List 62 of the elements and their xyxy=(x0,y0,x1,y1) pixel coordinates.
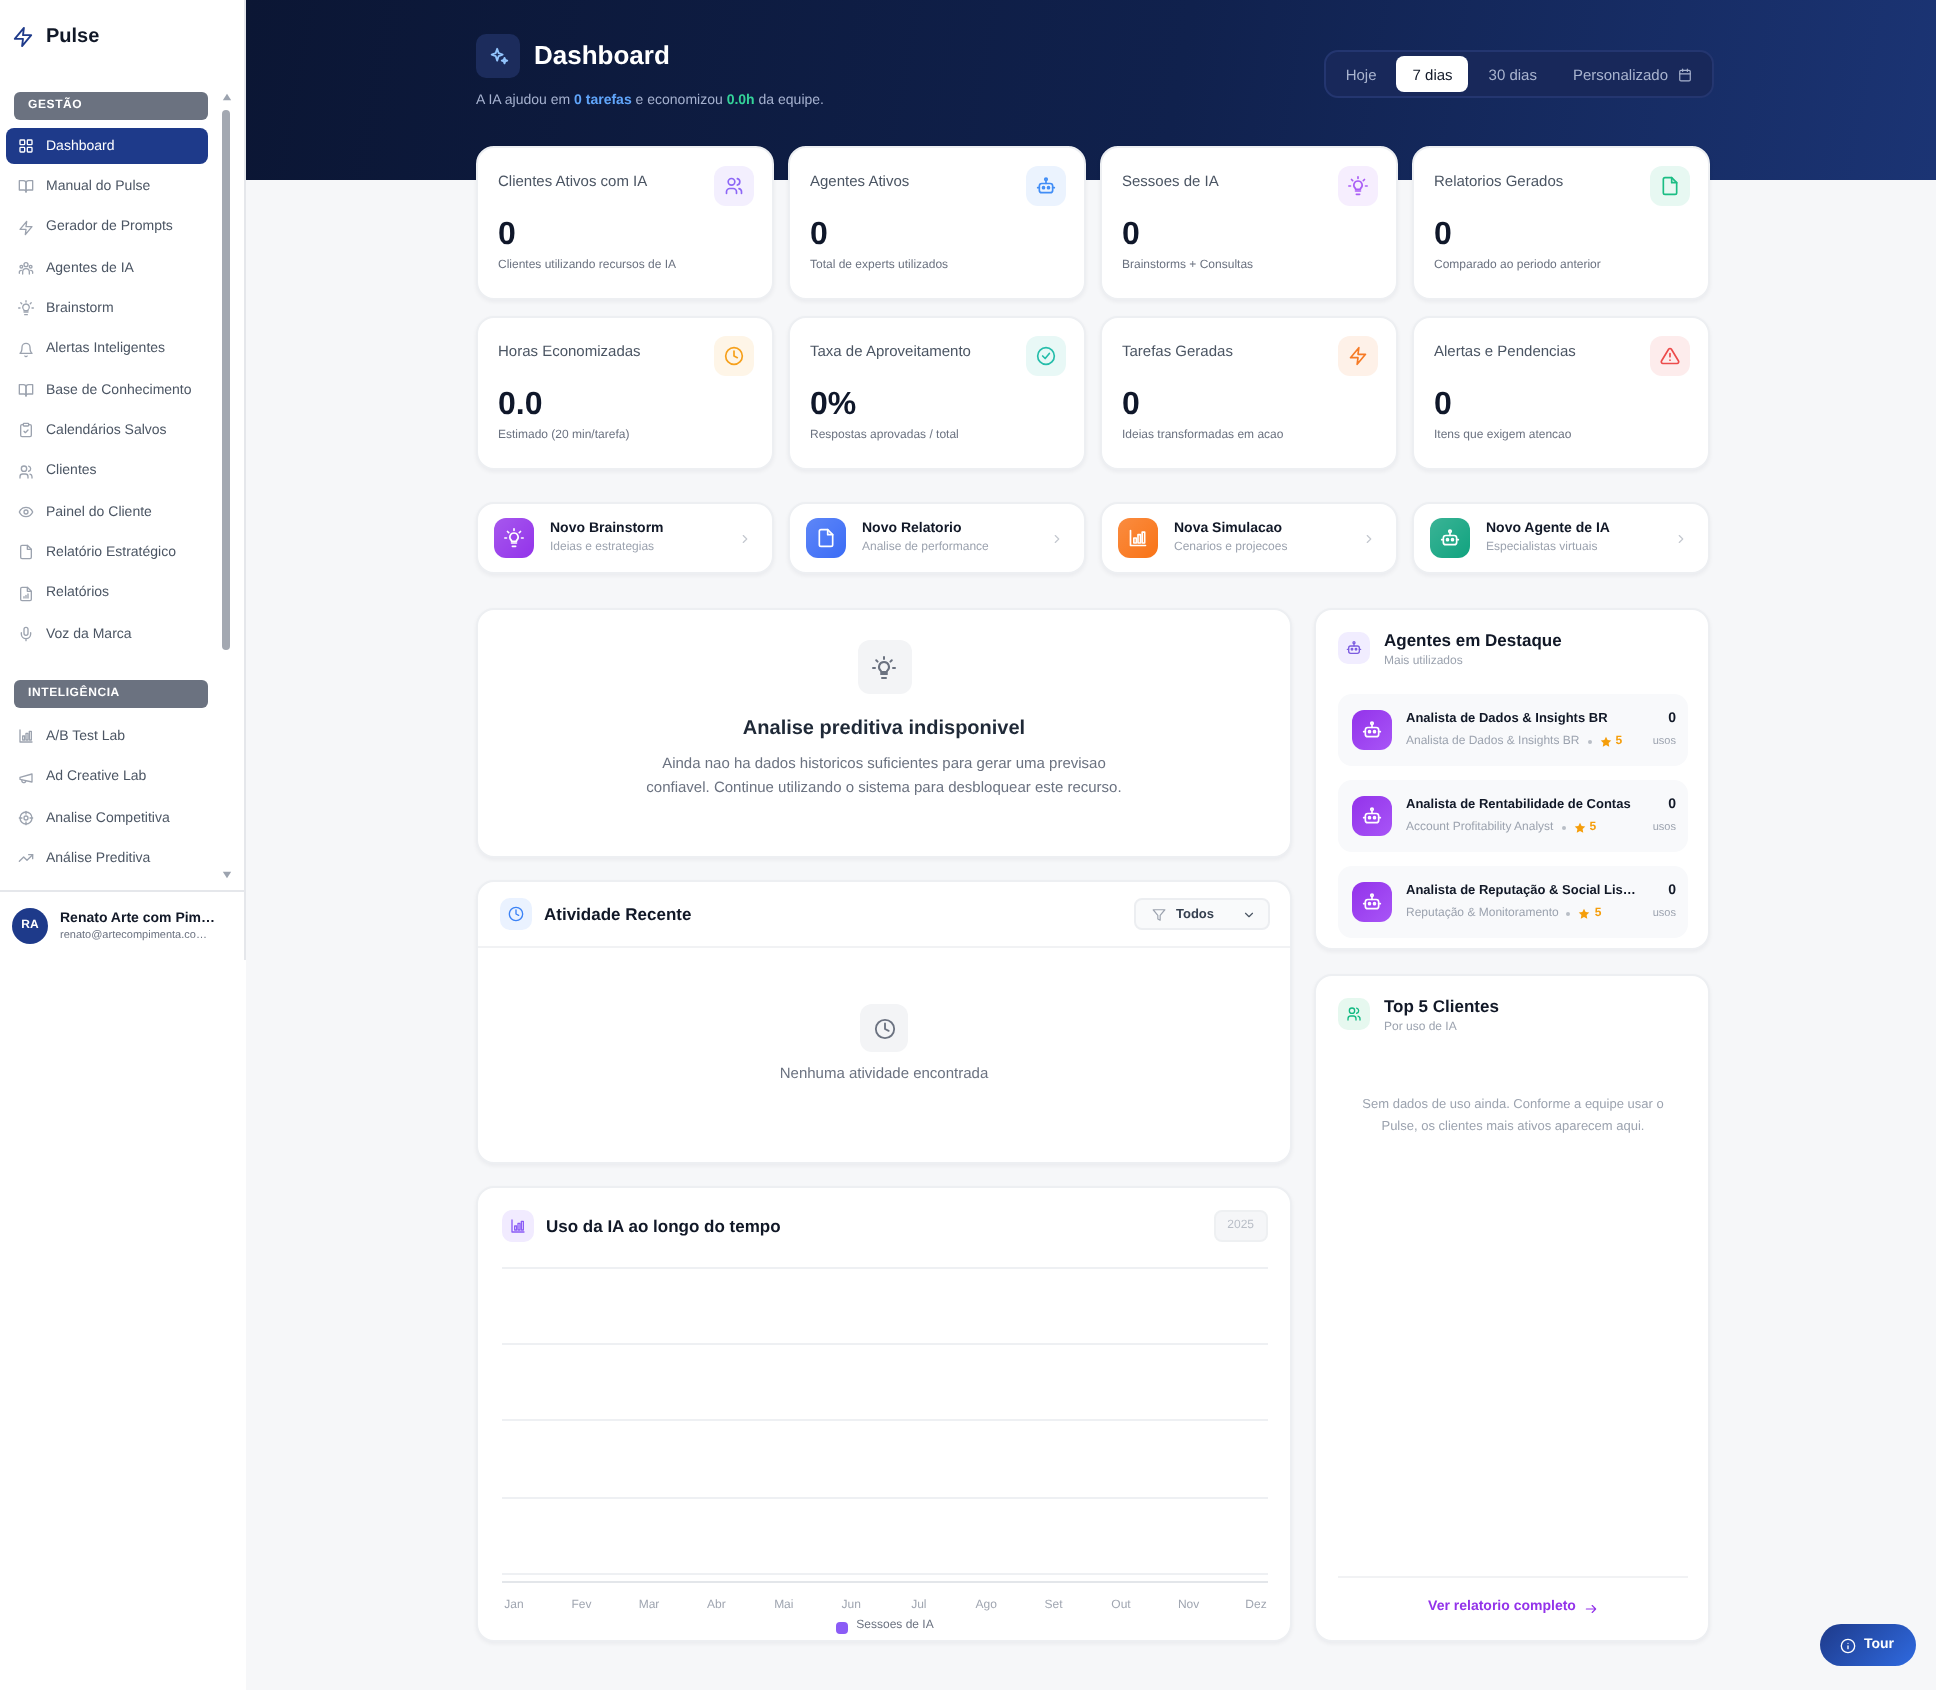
legend-swatch-icon xyxy=(836,1621,849,1633)
arrow-right-icon xyxy=(1583,1601,1598,1615)
brand-name: Pulse xyxy=(46,25,100,47)
scrollbar-thumb[interactable] xyxy=(222,110,230,650)
megaphone-icon xyxy=(18,769,34,786)
eye-icon xyxy=(18,504,34,521)
robot-icon xyxy=(1352,796,1392,836)
separator-dot-icon xyxy=(1587,740,1592,744)
separator-dot-icon xyxy=(1561,826,1566,830)
stat-value: 0 xyxy=(1122,216,1142,256)
filter-icon xyxy=(1152,907,1166,921)
clipboard-check-icon xyxy=(18,422,34,439)
sparkle-icon xyxy=(476,34,520,78)
crosshair-icon xyxy=(18,810,34,827)
info-icon xyxy=(1839,1637,1856,1653)
lightning-icon xyxy=(12,25,34,47)
robot-icon xyxy=(1338,632,1370,664)
book-icon xyxy=(18,178,34,195)
chart-title: Uso da IA ao longo do tempo xyxy=(546,1215,781,1237)
stat-value: 0 xyxy=(1434,386,1454,426)
stat-value: 0 xyxy=(810,216,830,256)
users-icon xyxy=(1338,998,1370,1030)
robot-icon xyxy=(1352,882,1392,922)
chevron-right-icon xyxy=(1674,531,1688,545)
star-icon xyxy=(1578,908,1591,920)
calendar-icon xyxy=(1678,67,1692,81)
chevron-right-icon xyxy=(1050,531,1064,545)
star-icon xyxy=(1573,822,1586,834)
bell-icon xyxy=(18,341,34,358)
grid-icon xyxy=(18,138,34,155)
chevron-down-icon xyxy=(1242,907,1256,921)
panel-title: Agentes em Destaque xyxy=(1384,630,1562,652)
lightbulb-icon xyxy=(857,640,911,694)
trending-up-icon xyxy=(18,850,34,867)
chevron-right-icon xyxy=(738,531,752,545)
panel-title: Atividade Recente xyxy=(544,903,692,925)
stat-value: 0% xyxy=(810,386,859,426)
stat-value: 0.0 xyxy=(498,386,545,426)
bar-chart-icon xyxy=(502,1210,534,1242)
page-title: Dashboard xyxy=(534,40,670,72)
separator-dot-icon xyxy=(1566,912,1571,916)
group-icon xyxy=(18,260,34,277)
star-icon xyxy=(1599,736,1612,748)
stat-value: 0 xyxy=(498,216,518,256)
document-chart-icon xyxy=(18,585,34,602)
bar-chart-icon xyxy=(18,728,34,745)
users-icon xyxy=(18,463,34,480)
robot-icon xyxy=(1352,710,1392,750)
stat-value: 0 xyxy=(1434,216,1454,256)
microphone-icon xyxy=(18,626,34,643)
clock-icon xyxy=(860,1004,908,1052)
lightbulb-icon xyxy=(18,300,34,317)
book-icon xyxy=(18,382,34,399)
scroll-up-icon[interactable] xyxy=(221,92,231,102)
scroll-down-icon[interactable] xyxy=(221,870,231,880)
clock-icon xyxy=(500,898,532,930)
chevron-right-icon xyxy=(1362,531,1376,545)
document-icon xyxy=(18,544,34,561)
panel-title: Top 5 Clientes xyxy=(1384,996,1499,1018)
stat-value: 0 xyxy=(1122,386,1142,426)
empty-state-title: Analise preditiva indisponivel xyxy=(742,718,1026,742)
lightning-icon xyxy=(18,219,34,236)
